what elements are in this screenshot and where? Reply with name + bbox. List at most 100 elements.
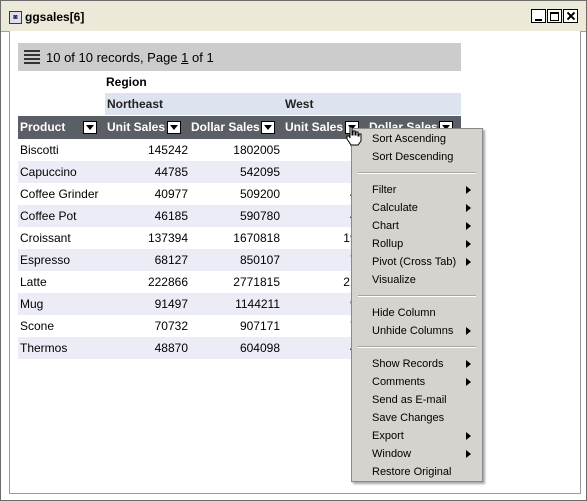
menu-item-unhide-columns[interactable]: Unhide Columns: [352, 322, 482, 340]
menu-item-export[interactable]: Export: [352, 427, 482, 445]
menu-item-save-changes[interactable]: Save Changes: [352, 409, 482, 427]
title-bar[interactable]: ◙ ggsales[6]: [1, 1, 586, 32]
dollar-sales-cell: 542095: [239, 165, 280, 179]
submenu-arrow-icon: [466, 258, 471, 266]
product-cell: Scone: [20, 319, 55, 333]
menu-item-label: Hide Column: [372, 307, 436, 319]
menu-item-label: Save Changes: [372, 412, 445, 424]
menu-item-label: Window: [372, 448, 412, 460]
unit-sales-cell: 70732: [154, 319, 188, 333]
product-cell: Coffee Grinder: [20, 187, 99, 201]
column-header-west-unit-sales: Unit Sales: [285, 120, 344, 134]
unit-sales-cell: 91497: [154, 297, 188, 311]
group-northeast: Northeast: [107, 97, 164, 111]
submenu-arrow-icon: [466, 432, 471, 440]
menu-item-comments[interactable]: Comments: [352, 373, 482, 391]
region-label: Region: [106, 75, 147, 89]
submenu-arrow-icon: [466, 327, 471, 335]
column-header-dollar-sales: Dollar Sales: [191, 120, 260, 134]
hand-cursor-icon: [346, 126, 362, 146]
menu-separator: [358, 172, 476, 174]
dollar-sales-dropdown-icon[interactable]: [261, 121, 275, 134]
column-context-menu: Sort Ascending Sort Descending Filter Calcu…: [351, 128, 483, 482]
product-dropdown-icon[interactable]: [83, 121, 97, 134]
menu-item-label: Chart: [372, 220, 399, 232]
menu-item-label: Rollup: [372, 238, 404, 250]
menu-item-label: Pivot (Cross Tab): [372, 256, 457, 268]
product-cell: Thermos: [20, 341, 68, 355]
menu-item-sort-ascending[interactable]: Sort Ascending: [352, 130, 482, 148]
menu-item-label: Filter: [372, 184, 397, 196]
column-header-unit-sales: Unit Sales: [107, 120, 166, 134]
app-icon[interactable]: ◙: [9, 11, 22, 24]
unit-sales-cell: 145242: [147, 143, 188, 157]
menu-separator: [358, 346, 476, 348]
menu-item-label: Comments: [372, 376, 426, 388]
unit-sales-cell: 40977: [154, 187, 188, 201]
product-cell: Biscotti: [20, 143, 59, 157]
submenu-arrow-icon: [466, 186, 471, 194]
menu-item-visualize[interactable]: Visualize: [352, 271, 482, 289]
unit-sales-cell: 48870: [154, 341, 188, 355]
pager-prefix: 10 of 10 records, Page: [46, 50, 182, 65]
menu-item-restore-original[interactable]: Restore Original: [352, 463, 482, 481]
submenu-arrow-icon: [466, 360, 471, 368]
menu-item-chart[interactable]: Chart: [352, 217, 482, 235]
unit-sales-cell: 68127: [154, 253, 188, 267]
minimize-button[interactable]: [531, 9, 546, 23]
product-cell: Mug: [20, 297, 44, 311]
pager-suffix: of 1: [188, 50, 214, 65]
group-west: West: [285, 97, 314, 111]
product-cell: Coffee Pot: [20, 209, 77, 223]
menu-item-hide-column[interactable]: Hide Column: [352, 304, 482, 322]
menu-item-label: Restore Original: [372, 466, 452, 478]
menu-item-sort-descending[interactable]: Sort Descending: [352, 148, 482, 166]
close-button[interactable]: [563, 9, 578, 23]
column-header-product: Product: [20, 120, 66, 134]
menu-item-label: Sort Ascending: [372, 133, 446, 145]
unit-sales-cell: 44785: [154, 165, 188, 179]
submenu-arrow-icon: [466, 240, 471, 248]
maximize-button[interactable]: [547, 9, 562, 23]
unit-sales-dropdown-icon[interactable]: [167, 121, 181, 134]
dollar-sales-cell: 1802005: [233, 143, 280, 157]
dollar-sales-cell: 509200: [239, 187, 280, 201]
dollar-sales-cell: 1670818: [233, 231, 280, 245]
unit-sales-cell: 222866: [147, 275, 188, 289]
submenu-arrow-icon: [466, 378, 471, 386]
dollar-sales-cell: 590780: [239, 209, 280, 223]
pager-text: 10 of 10 records, Page 1 of 1: [46, 50, 214, 65]
menu-item-filter[interactable]: Filter: [352, 181, 482, 199]
dollar-sales-cell: 850107: [239, 253, 280, 267]
menu-item-send-as-e-mail[interactable]: Send as E-mail: [352, 391, 482, 409]
product-cell: Croissant: [20, 231, 71, 245]
dollar-sales-cell: 604098: [239, 341, 280, 355]
dollar-sales-cell: 907171: [239, 319, 280, 333]
dollar-sales-cell: 1144211: [235, 297, 280, 311]
submenu-arrow-icon: [466, 204, 471, 212]
unit-sales-cell: 46185: [154, 209, 188, 223]
menu-item-window[interactable]: Window: [352, 445, 482, 463]
product-cell: Espresso: [20, 253, 71, 267]
menu-item-label: Sort Descending: [372, 151, 454, 163]
menu-item-label: Visualize: [372, 274, 416, 286]
menu-item-label: Unhide Columns: [372, 325, 454, 337]
product-cell: Capuccino: [20, 165, 77, 179]
menu-item-rollup[interactable]: Rollup: [352, 235, 482, 253]
records-list-icon[interactable]: [24, 50, 40, 64]
submenu-arrow-icon: [466, 222, 471, 230]
group-header-row: Northeast West: [105, 93, 461, 115]
unit-sales-cell: 137394: [147, 231, 188, 245]
window-title: ggsales[6]: [25, 10, 85, 24]
menu-item-label: Send as E-mail: [372, 394, 447, 406]
menu-item-pivot-cross-tab[interactable]: Pivot (Cross Tab): [352, 253, 482, 271]
menu-separator: [358, 295, 476, 297]
menu-item-show-records[interactable]: Show Records: [352, 355, 482, 373]
dollar-sales-cell: 2771815: [233, 275, 280, 289]
menu-item-label: Export: [372, 430, 404, 442]
pager-bar: 10 of 10 records, Page 1 of 1: [18, 43, 461, 71]
submenu-arrow-icon: [466, 450, 471, 458]
menu-item-calculate[interactable]: Calculate: [352, 199, 482, 217]
menu-item-label: Show Records: [372, 358, 444, 370]
menu-item-label: Calculate: [372, 202, 418, 214]
